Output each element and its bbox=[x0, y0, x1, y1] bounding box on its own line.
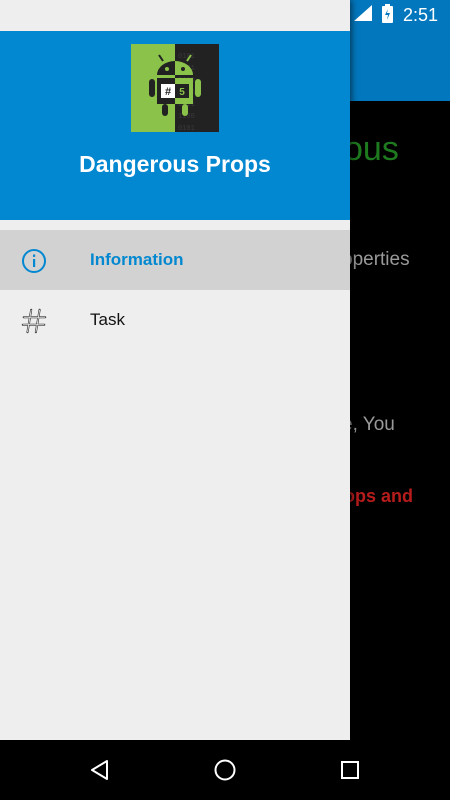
background-warning-text: ops and bbox=[344, 486, 414, 506]
drawer-item-information[interactable]: Information bbox=[0, 230, 350, 290]
recents-icon bbox=[341, 761, 359, 779]
app-logo: 010110010110 1010001111000101 bbox=[131, 44, 219, 132]
clock: 2:51 bbox=[402, 5, 438, 25]
recents-button[interactable] bbox=[335, 755, 365, 785]
home-button[interactable] bbox=[210, 755, 240, 785]
battery-charging-icon bbox=[381, 3, 393, 28]
svg-text:#: # bbox=[165, 86, 171, 98]
drawer-item-task[interactable]: Task bbox=[0, 290, 350, 350]
svg-text:5: 5 bbox=[179, 87, 185, 98]
background-text-1: operties bbox=[342, 249, 410, 270]
navigation-drawer: 010110010110 1010001111000101 bbox=[0, 0, 350, 740]
android-robot-icon: 010110010110 1010001111000101 bbox=[149, 53, 201, 132]
svg-text:0101: 0101 bbox=[178, 125, 195, 132]
home-icon bbox=[214, 759, 236, 781]
background-title: ous bbox=[344, 130, 399, 168]
drawer-menu: Information Task bbox=[0, 230, 350, 350]
system-navigation-bar bbox=[0, 740, 450, 800]
hash-icon bbox=[20, 307, 48, 335]
drawer-header: 010110010110 1010001111000101 bbox=[0, 31, 350, 220]
back-icon bbox=[91, 760, 108, 780]
drawer-item-label: Information bbox=[90, 250, 184, 269]
signal-icon bbox=[353, 5, 372, 26]
drawer-item-label: Task bbox=[90, 310, 125, 329]
back-button[interactable] bbox=[85, 755, 115, 785]
drawer-title: Dangerous Props bbox=[79, 151, 271, 177]
info-icon bbox=[20, 247, 48, 275]
svg-text:0101: 0101 bbox=[178, 53, 195, 61]
